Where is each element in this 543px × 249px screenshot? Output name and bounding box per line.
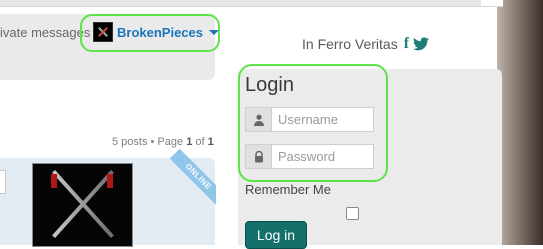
pagination-info: 5 posts • Page 1 of 1 <box>112 136 214 148</box>
post-author-avatar[interactable] <box>32 163 133 247</box>
tagline-text: In Ferro Veritas <box>302 36 398 52</box>
post-content-edge <box>0 170 6 194</box>
remember-me-checkbox[interactable] <box>346 207 359 220</box>
highlight-outline-login <box>238 64 388 182</box>
highlight-outline-user <box>80 14 220 52</box>
top-divider-corner <box>481 0 503 6</box>
posts-count-text: 5 posts • Page <box>112 136 187 148</box>
sword-hilt-icon <box>107 174 113 188</box>
twitter-icon[interactable] <box>413 37 430 51</box>
site-tagline: In Ferro Veritas f <box>302 35 430 53</box>
private-messages-link[interactable]: ivate messages <box>0 25 90 40</box>
page-total: 1 <box>207 136 214 148</box>
remember-me-label: Remember Me <box>245 182 331 197</box>
sword-hilt-icon <box>51 174 57 188</box>
facebook-icon[interactable]: f <box>404 35 409 53</box>
page-of-text: of <box>192 136 208 148</box>
top-divider <box>0 0 503 7</box>
background-strip <box>497 0 543 245</box>
